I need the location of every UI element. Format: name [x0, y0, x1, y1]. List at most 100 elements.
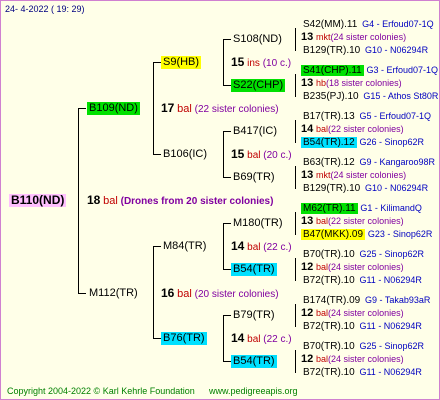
gen4-6-a-code: G9 - Takab93aR: [365, 295, 431, 305]
connector-line: [223, 223, 231, 224]
queen-gen4-7-b[interactable]: B72(TR).10: [301, 367, 357, 378]
gen2-3-race: bal: [247, 334, 261, 345]
gen1-0-race: bal: [177, 103, 192, 115]
gen4-5-race: bal: [316, 262, 329, 272]
gen4-row: B235(PJ).10 G15 - Athos St80R: [301, 90, 438, 103]
queen-gen3-0[interactable]: S108(ND): [231, 33, 284, 46]
gen4-stats: 12 bal(24 sister colonies): [301, 261, 404, 274]
queen-gen4-0-b[interactable]: B129(TR).10: [301, 45, 362, 56]
queen-gen1-1[interactable]: M112(TR): [87, 287, 140, 300]
gen4-1-count: 13: [301, 77, 314, 89]
gen4-stats: 13 bal(22 sister colonies): [301, 215, 404, 228]
gen4-4-note: (22 sister colonies): [328, 216, 404, 226]
gen2-2-count: 14: [231, 239, 245, 253]
queen-gen2-2[interactable]: M84(TR): [161, 240, 208, 253]
gen4-7-count: 12: [301, 353, 314, 365]
queen-gen4-1-a[interactable]: S41(CHP).11: [301, 65, 364, 76]
queen-gen2-0[interactable]: S9(HB): [161, 56, 202, 69]
queen-gen4-5-a[interactable]: B70(TR).10: [301, 249, 357, 260]
queen-gen2-1[interactable]: B106(IC): [161, 148, 209, 161]
gen2-3-count: 14: [231, 331, 245, 345]
connector-line: [295, 212, 296, 235]
gen4-0-note: (24 sister colonies): [330, 32, 407, 42]
gen4-row: B129(TR).10 G10 - N06294R: [301, 44, 428, 57]
connector-line: [153, 62, 154, 154]
connector-line: [223, 131, 224, 177]
gen4-row: B129(TR).10 G10 - N06294R: [301, 182, 428, 195]
queen-gen4-3-a[interactable]: B63(TR).12: [301, 157, 357, 168]
connector-line: [295, 350, 296, 373]
gen1-0-stats: 17 bal (22 sister colonies): [161, 102, 279, 116]
queen-gen4-5-b[interactable]: B72(TR).10: [301, 275, 357, 286]
connector-line: [223, 269, 231, 270]
gen4-5-note: (24 sister colonies): [328, 262, 404, 272]
gen1-0-count: 17: [161, 101, 175, 115]
gen4-5-b-code: G11 - N06294R: [359, 275, 422, 285]
gen4-row: S41(CHP).11 G3 - Erfoud07-1Q: [301, 64, 438, 77]
gen2-2-note: (22 c.): [263, 242, 292, 253]
gen4-2-note: (22 sister colonies): [328, 124, 404, 134]
queen-gen1-0[interactable]: B109(ND): [87, 102, 140, 115]
queen-gen3-2[interactable]: B417(IC): [231, 125, 279, 138]
gen4-stats: 12 bal(24 sister colonies): [301, 353, 404, 366]
queen-gen3-3[interactable]: B69(TR): [231, 171, 277, 184]
queen-gen3-4[interactable]: M180(TR): [231, 217, 285, 230]
gen4-3-race: mkt: [316, 170, 331, 180]
gen4-3-count: 13: [301, 169, 314, 181]
gen4-7-race: bal: [316, 354, 329, 364]
gen4-1-note: (18 sister colonies): [326, 78, 402, 88]
gen4-5-a-code: G25 - Sinop62R: [359, 249, 425, 259]
gen4-row: B47(MKK).09 G23 - Sinop62R: [301, 228, 432, 241]
gen4-row: B54(TR).12 G26 - Sinop62R: [301, 136, 424, 149]
gen2-1-note: (20 c.): [263, 150, 292, 161]
date-stamp: 24- 4-2022 ( 19: 29): [5, 4, 85, 14]
gen2-0-count: 15: [231, 55, 245, 69]
gen4-1-a-code: G3 - Erfoud07-1Q: [366, 65, 439, 75]
connector-line: [153, 338, 161, 339]
gen4-3-a-code: G9 - Kangaroo98R: [359, 157, 436, 167]
gen2-2-race: bal: [247, 242, 261, 253]
queen-gen3-7[interactable]: B54(TR): [231, 355, 277, 368]
queen-gen4-6-b[interactable]: B72(TR).10: [301, 321, 357, 332]
queen-gen4-3-b[interactable]: B129(TR).10: [301, 183, 362, 194]
queen-gen4-4-a[interactable]: M62(TR).11: [301, 203, 358, 214]
connector-line: [223, 177, 231, 178]
queen-gen3-1[interactable]: S22(CHP): [231, 79, 286, 92]
gen4-row: B70(TR).10 G25 - Sinop62R: [301, 248, 424, 261]
root-race: bal: [103, 195, 118, 207]
gen4-7-a-code: G25 - Sinop62R: [359, 341, 425, 351]
gen4-6-note: (24 sister colonies): [328, 308, 404, 318]
queen-gen4-2-b[interactable]: B54(TR).12: [301, 137, 357, 148]
gen4-row: M62(TR).11 G1 - KilimandQ: [301, 202, 422, 215]
gen4-5-count: 12: [301, 261, 314, 273]
gen2-3-stats: 14 bal (22 c.): [231, 332, 292, 346]
gen4-0-count: 13: [301, 31, 314, 43]
gen1-1-note: (20 sister colonies): [194, 289, 279, 300]
queen-gen4-6-a[interactable]: B174(TR).09: [301, 295, 362, 306]
queen-gen4-4-b[interactable]: B47(MKK).09: [301, 229, 366, 240]
queen-gen4-0-a[interactable]: S42(MM).11: [301, 19, 359, 30]
gen4-4-count: 13: [301, 215, 314, 227]
connector-line: [153, 246, 154, 338]
connector-line: [295, 166, 296, 189]
queen-root[interactable]: B110(ND): [9, 194, 67, 207]
queen-gen4-2-a[interactable]: B17(TR).13: [301, 111, 357, 122]
queen-gen4-1-b[interactable]: B235(PJ).10: [301, 91, 361, 102]
connector-line: [223, 39, 231, 40]
gen4-6-race: bal: [316, 308, 329, 318]
queen-gen2-3[interactable]: B76(TR): [161, 332, 207, 345]
queen-gen3-5[interactable]: B54(TR): [231, 263, 277, 276]
gen4-1-race: hb: [316, 78, 327, 88]
gen4-row: B70(TR).10 G25 - Sinop62R: [301, 340, 424, 353]
queen-gen4-7-a[interactable]: B70(TR).10: [301, 341, 357, 352]
pedigree-tree: { "header": {"date": "24- 4-2022 ( 19: 2…: [0, 0, 440, 400]
gen4-6-b-code: G11 - N06294R: [359, 321, 422, 331]
site-link[interactable]: www.pedigreeapis.org: [209, 385, 298, 398]
gen4-2-count: 14: [301, 123, 314, 135]
queen-gen3-6[interactable]: B79(TR): [231, 309, 277, 322]
gen4-0-race: mkt: [316, 32, 331, 42]
gen4-4-b-code: G23 - Sinop62R: [367, 229, 433, 239]
gen2-1-stats: 15 bal (20 c.): [231, 148, 292, 162]
root-stats: 18 bal (Drones from 20 sister colonies): [87, 194, 273, 208]
connector-line: [153, 154, 161, 155]
